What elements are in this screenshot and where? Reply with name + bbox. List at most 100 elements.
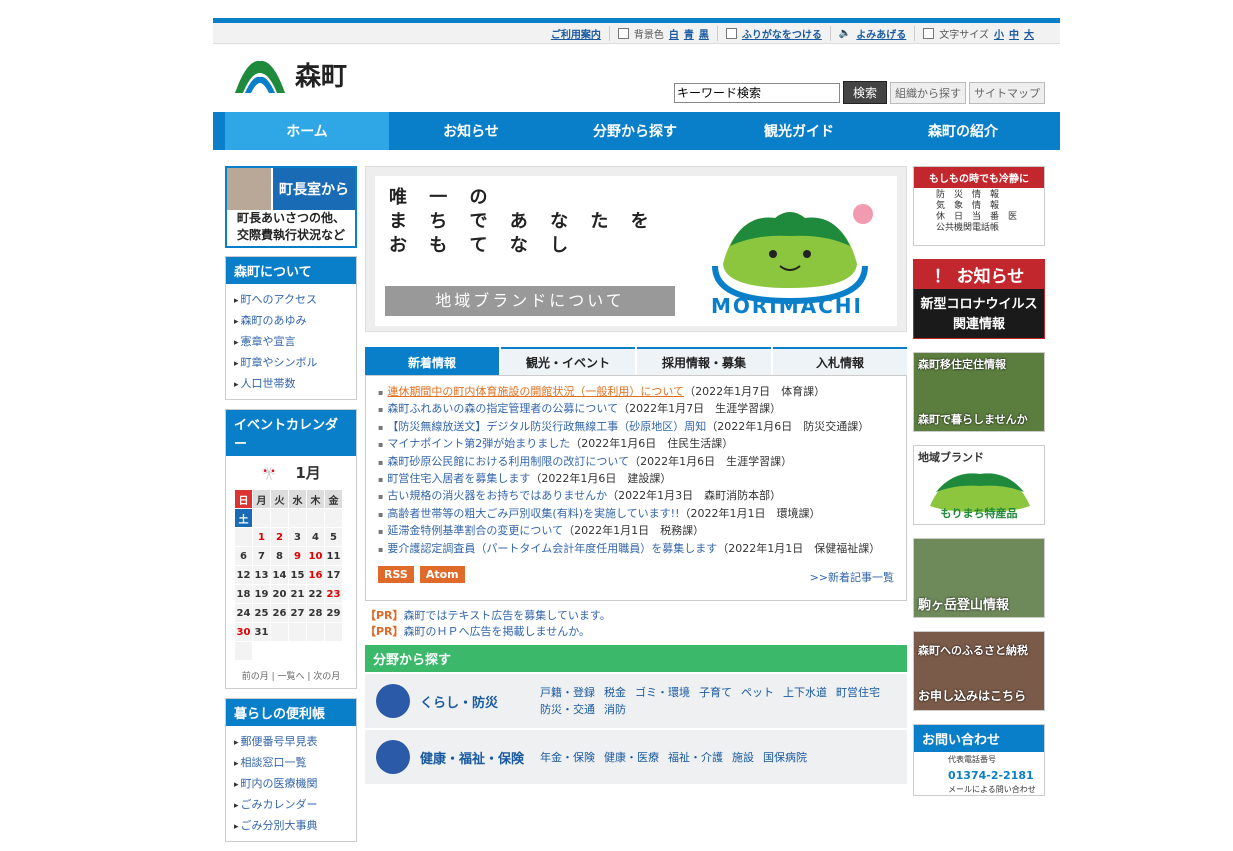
about-link-charter[interactable]: 憲章や宣言 [241,335,296,348]
main-banner[interactable]: 唯 一 の ま ち で あ な た を お も て な し 地域ブランドについて… [365,166,907,332]
tab-events[interactable]: 観光・イベント [501,347,635,375]
list-item[interactable]: 憲章や宣言 [234,332,350,353]
nav-about[interactable]: 森町の紹介 [881,112,1045,150]
news-link[interactable]: 高齢者世帯等の粗大ごみ戸別収集(有料)を実施しています!! [387,507,679,520]
living-link-garbage-dict[interactable]: ごみ分別大事典 [241,819,318,832]
calendar-day[interactable]: 20 [270,584,289,604]
field-link[interactable]: 福祉・介護 [668,751,723,764]
about-link-population[interactable]: 人口世帯数 [241,377,296,390]
calendar-day[interactable]: 8 [270,546,289,566]
atom-button[interactable]: Atom [419,566,465,583]
brand-link-bar[interactable]: 地域ブランドについて [385,286,675,316]
calendar-day[interactable]: 2 [270,527,289,547]
tel-number[interactable]: 01374-2-2181 [914,765,1044,782]
calendar-day[interactable]: 3 [288,527,307,547]
field-link[interactable]: 税金 [604,686,626,699]
list-item[interactable]: ごみカレンダー [234,795,350,816]
org-search-button[interactable]: 組織から探す [890,81,966,104]
list-item[interactable]: 町章やシンボル [234,353,350,374]
list-item[interactable]: 郵便番号早見表 [234,732,350,753]
list-item[interactable]: 町内の医療機関 [234,774,350,795]
list-item[interactable]: ごみ分別大事典 [234,816,350,837]
about-link-symbol[interactable]: 町章やシンボル [241,356,318,369]
field-link[interactable]: ゴミ・環境 [635,686,690,699]
calendar-day[interactable]: 27 [288,603,307,623]
readaloud-link[interactable]: よみあげる [856,26,906,41]
calendar-day[interactable]: 6 [234,546,253,566]
calendar-day[interactable]: 10 [306,546,325,566]
tab-recruit[interactable]: 採用情報・募集 [637,347,771,375]
covid-banner[interactable]: ！ お知らせ 新型コロナウイルス 関連情報 [913,259,1045,339]
calendar-day[interactable]: 25 [252,603,271,623]
nav-home[interactable]: ホーム [225,112,389,150]
list-item[interactable]: 町へのアクセス [234,290,350,311]
font-small-link[interactable]: 小 [994,26,1004,41]
calendar-day[interactable]: 22 [306,584,325,604]
calendar-day[interactable]: 17 [324,565,343,585]
mountain-banner[interactable]: 駒ヶ岳登山情報 [913,538,1045,618]
about-link-history[interactable]: 森町のあゆみ [241,314,307,327]
calendar-day[interactable]: 21 [288,584,307,604]
news-link[interactable]: 森町ふれあいの森の指定管理者の公募について [387,402,618,415]
field-label[interactable]: くらし・防災 [420,692,540,711]
calendar-day[interactable]: 26 [270,603,289,623]
calendar-day[interactable]: 7 [252,546,271,566]
migration-banner[interactable]: 森町移住定住情報 森町で暮らしませんか [913,352,1045,432]
bg-black-link[interactable]: 黒 [699,26,709,41]
nav-fields[interactable]: 分野から探す [553,112,717,150]
calendar-day[interactable]: 18 [234,584,253,604]
font-large-link[interactable]: 大 [1024,26,1034,41]
news-link[interactable]: 古い規格の消火器をお持ちではありませんか [387,489,607,502]
tab-new[interactable]: 新着情報 [365,347,499,375]
emergency-banner[interactable]: もしもの時でも冷静に 防 災 情 報 気 象 情 報 休 日 当 番 医 公共機… [913,166,1045,246]
news-link[interactable]: 森町砂原公民館における利用制限の改訂について [387,455,629,468]
news-link[interactable]: 連休期間中の町内体育施設の開館状況（一般利用）について [387,385,684,398]
calendar-day[interactable]: 4 [306,527,325,547]
rss-button[interactable]: RSS [378,566,414,583]
calendar-day[interactable]: 19 [252,584,271,604]
calendar-day[interactable]: 29 [324,603,343,623]
field-link[interactable]: 戸籍・登録 [540,686,595,699]
guide-link[interactable]: ご利用案内 [551,26,601,41]
furusato-banner[interactable]: 森町へのふるさと納税 お申し込みはこちら [913,631,1045,711]
list-item[interactable]: 人口世帯数 [234,374,350,395]
calendar-day[interactable]: 28 [306,603,325,623]
calendar-day[interactable]: 14 [270,565,289,585]
field-link[interactable]: 国保病院 [763,751,807,764]
news-link[interactable]: 延滞金特例基準割合の変更について [387,524,563,537]
field-link[interactable]: 町営住宅 [836,686,880,699]
living-link-medical[interactable]: 町内の医療機関 [241,777,318,790]
news-link[interactable]: マイナポイント第2弾が始まりました [387,437,570,450]
field-link[interactable]: 子育て [699,686,732,699]
font-mid-link[interactable]: 中 [1009,26,1019,41]
calendar-day[interactable]: 5 [324,527,343,547]
field-link[interactable]: 施設 [732,751,754,764]
bg-blue-link[interactable]: 青 [684,26,694,41]
mail-label[interactable]: メールによる問い合わせ [914,782,1044,795]
calendar-day[interactable]: 16 [306,565,325,585]
pr-link[interactable]: 森町のＨＰへ広告を掲載しませんか。 [404,625,590,638]
field-label[interactable]: 健康・福祉・保険 [420,748,540,767]
calendar-day[interactable]: 1 [252,527,271,547]
living-link-consult[interactable]: 相談窓口一覧 [241,756,307,769]
more-news-link[interactable]: >>新着記事一覧 [810,569,894,585]
calendar-day[interactable]: 30 [234,622,253,642]
calendar-day[interactable]: 13 [252,565,271,585]
tab-bids[interactable]: 入札情報 [773,347,907,375]
living-link-postal[interactable]: 郵便番号早見表 [241,735,318,748]
news-link[interactable]: 要介護認定調査員（パートタイム会計年度任用職員）を募集します [387,542,717,555]
furigana-link[interactable]: ふりがなをつける [742,26,822,41]
calendar-nav[interactable]: 前の月 | 一覧へ | 次の月 [234,669,348,682]
calendar-day[interactable]: 12 [234,565,253,585]
field-link[interactable]: 年金・保険 [540,751,595,764]
field-link[interactable]: ペット [741,686,774,699]
calendar-day[interactable]: 11 [324,546,343,566]
brand-banner[interactable]: 地域ブランド もりまち特産品 [913,445,1045,525]
list-item[interactable]: 森町のあゆみ [234,311,350,332]
field-link[interactable]: 健康・医療 [604,751,659,764]
search-input[interactable] [673,82,840,103]
about-link-access[interactable]: 町へのアクセス [241,293,317,306]
field-link[interactable]: 上下水道 [783,686,827,699]
pr-link[interactable]: 森町ではテキスト広告を募集しています。 [404,609,611,622]
calendar-day[interactable]: 9 [288,546,307,566]
